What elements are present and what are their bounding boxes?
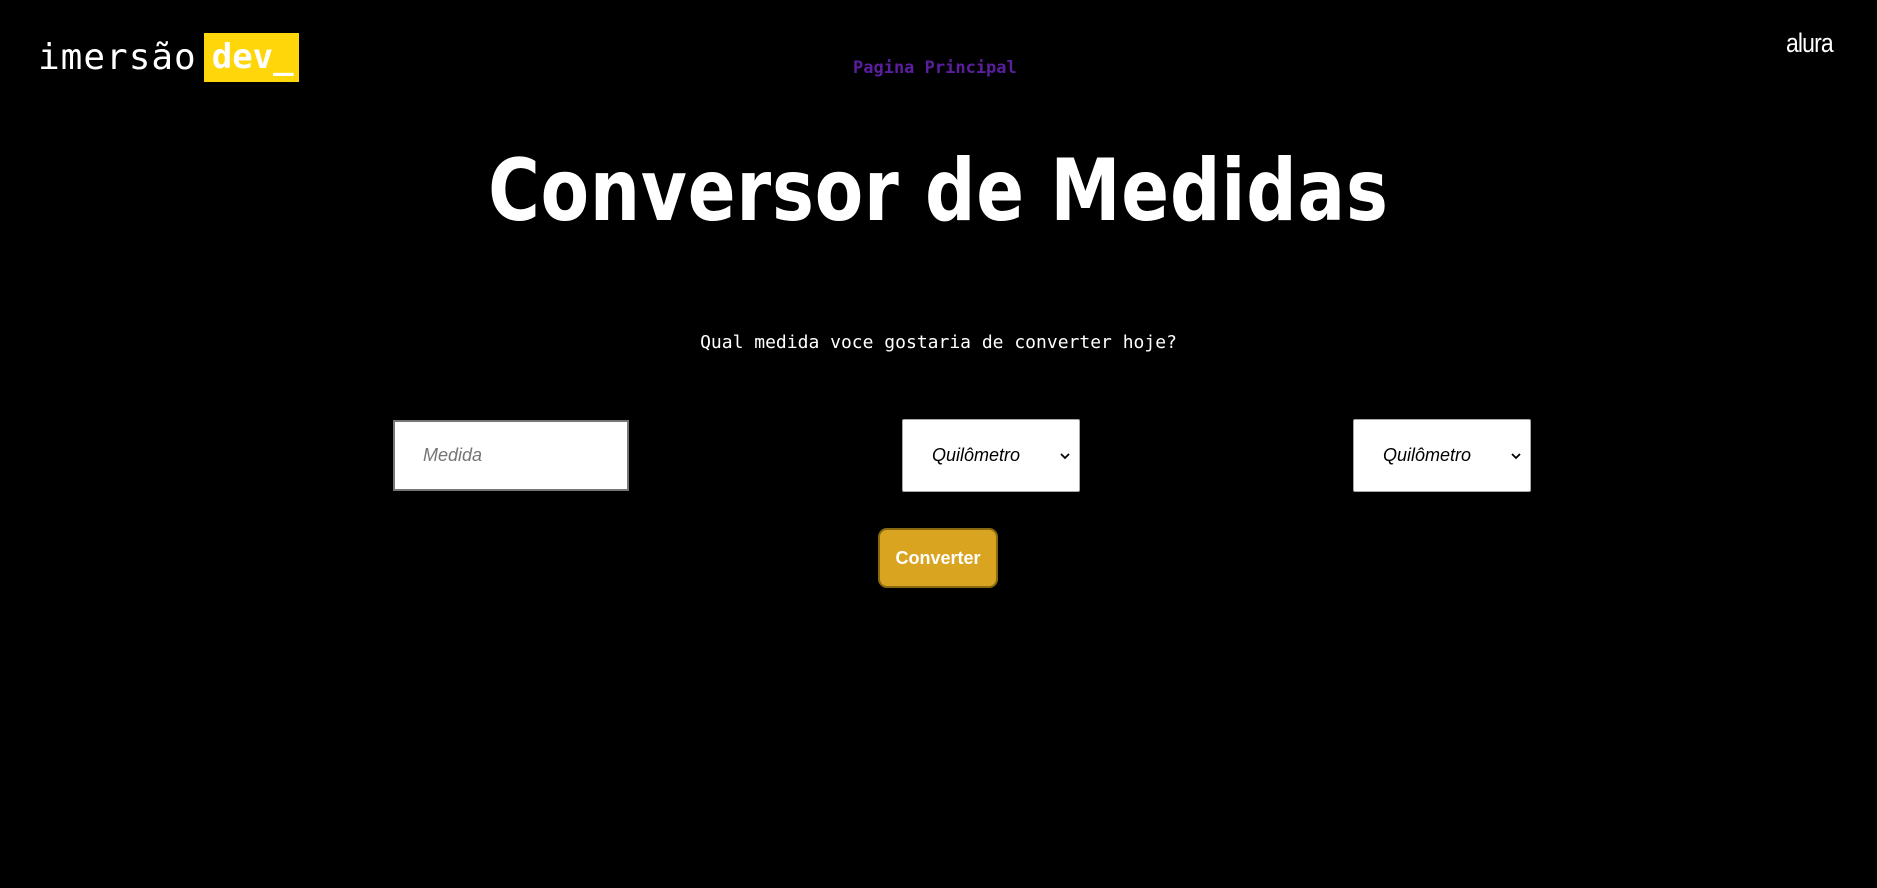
to-unit-selected-value: Quilômetro <box>1383 445 1472 465</box>
chevron-down-icon <box>1511 452 1521 459</box>
chevron-down-icon <box>1060 452 1070 459</box>
nav-link-pagina-principal[interactable]: Pagina Principal <box>853 58 1017 78</box>
logo-badge: dev_ <box>203 33 299 82</box>
measure-input[interactable] <box>393 420 629 491</box>
convert-button[interactable]: Converter <box>878 528 998 588</box>
alura-logo: alura <box>1786 28 1834 58</box>
page-title: Conversor de Medidas <box>488 141 1389 241</box>
logo-text: imersão <box>38 37 197 78</box>
imersao-dev-logo: imersão dev_ <box>38 33 299 82</box>
to-unit-select[interactable]: Quilômetro <box>1353 419 1531 492</box>
question-text: Qual medida voce gostaria de converter h… <box>700 332 1177 353</box>
from-unit-selected-value: Quilômetro <box>932 445 1021 465</box>
from-unit-select[interactable]: Quilômetro <box>902 419 1080 492</box>
